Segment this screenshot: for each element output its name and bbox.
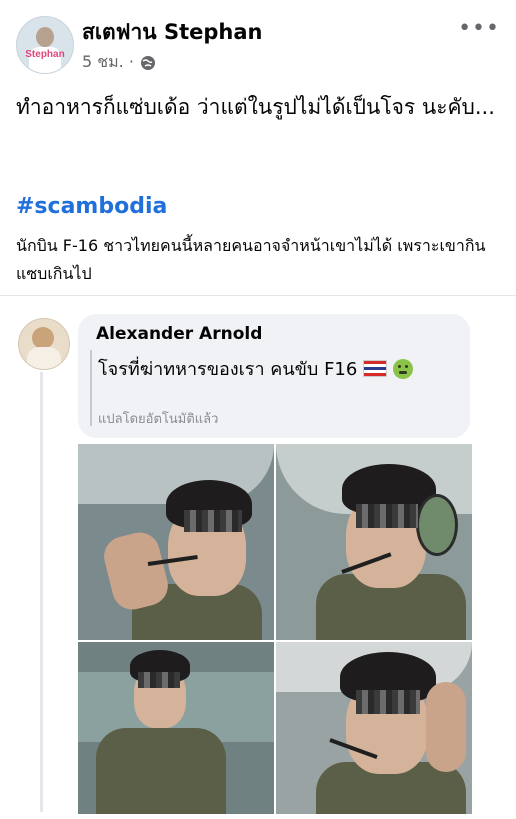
translation-quote-bar (90, 350, 92, 426)
photo-headset (416, 494, 458, 556)
commenter-name[interactable]: Alexander Arnold (96, 324, 262, 344)
avatar-head (36, 27, 54, 47)
photo-top-left[interactable] (78, 444, 274, 640)
photo-censor-blur (356, 504, 418, 528)
author-avatar[interactable]: Stephan (16, 16, 74, 74)
photo-censor-blur (184, 510, 242, 532)
post-meta: 5 ชม. · (82, 50, 156, 75)
comment-text-row: โจรที่ฆ่าทหารของเรา คนขับ F16 (98, 354, 414, 383)
more-options-icon[interactable]: ••• (458, 16, 500, 41)
flag-stripe (364, 373, 387, 376)
commenter-avatar-face (32, 327, 54, 349)
post-caption: นักบิน F-16 ชาวไทยคนนี้หลายคนอาจจำหน้าเข… (16, 236, 486, 283)
avatar-brand-text: Stephan (25, 49, 65, 60)
photo-bottom-right[interactable] (276, 642, 472, 814)
sick-face-emoji-icon (393, 358, 414, 379)
post-body-text: ทำอาหารก็แซ่บเด้อ ว่าแต่ในรูปไม่ได้เป็นโ… (16, 95, 495, 119)
photo-collage[interactable] (78, 444, 472, 814)
comment-text: โจรที่ฆ่าทหารของเรา คนขับ F16 (98, 359, 358, 380)
photo-bottom-left[interactable] (78, 642, 274, 814)
photo-censor-blur (356, 690, 420, 714)
comment-bubble: Alexander Arnold โจรที่ฆ่าทหารของเรา คนข… (78, 314, 470, 438)
hashtag-link[interactable]: #scambodia (16, 194, 167, 219)
commenter-avatar[interactable] (18, 318, 70, 370)
comment-thread-line (40, 372, 43, 812)
photo-censor-blur (138, 672, 180, 688)
post-time[interactable]: 5 ชม. · (82, 50, 134, 75)
divider (0, 295, 516, 296)
post-header: Stephan สเตฟาน Stephan 5 ชม. · ••• (14, 14, 504, 78)
thailand-flag-icon (363, 360, 388, 377)
photo-flight-suit (96, 728, 226, 814)
commenter-avatar-body (27, 347, 61, 369)
photo-hand (426, 682, 466, 772)
translation-note[interactable]: แปลโดยอัตโนมัติแล้ว (98, 408, 218, 429)
photo-top-right[interactable] (276, 444, 472, 640)
author-name[interactable]: สเตฟาน Stephan (82, 16, 262, 49)
globe-icon (140, 55, 155, 70)
